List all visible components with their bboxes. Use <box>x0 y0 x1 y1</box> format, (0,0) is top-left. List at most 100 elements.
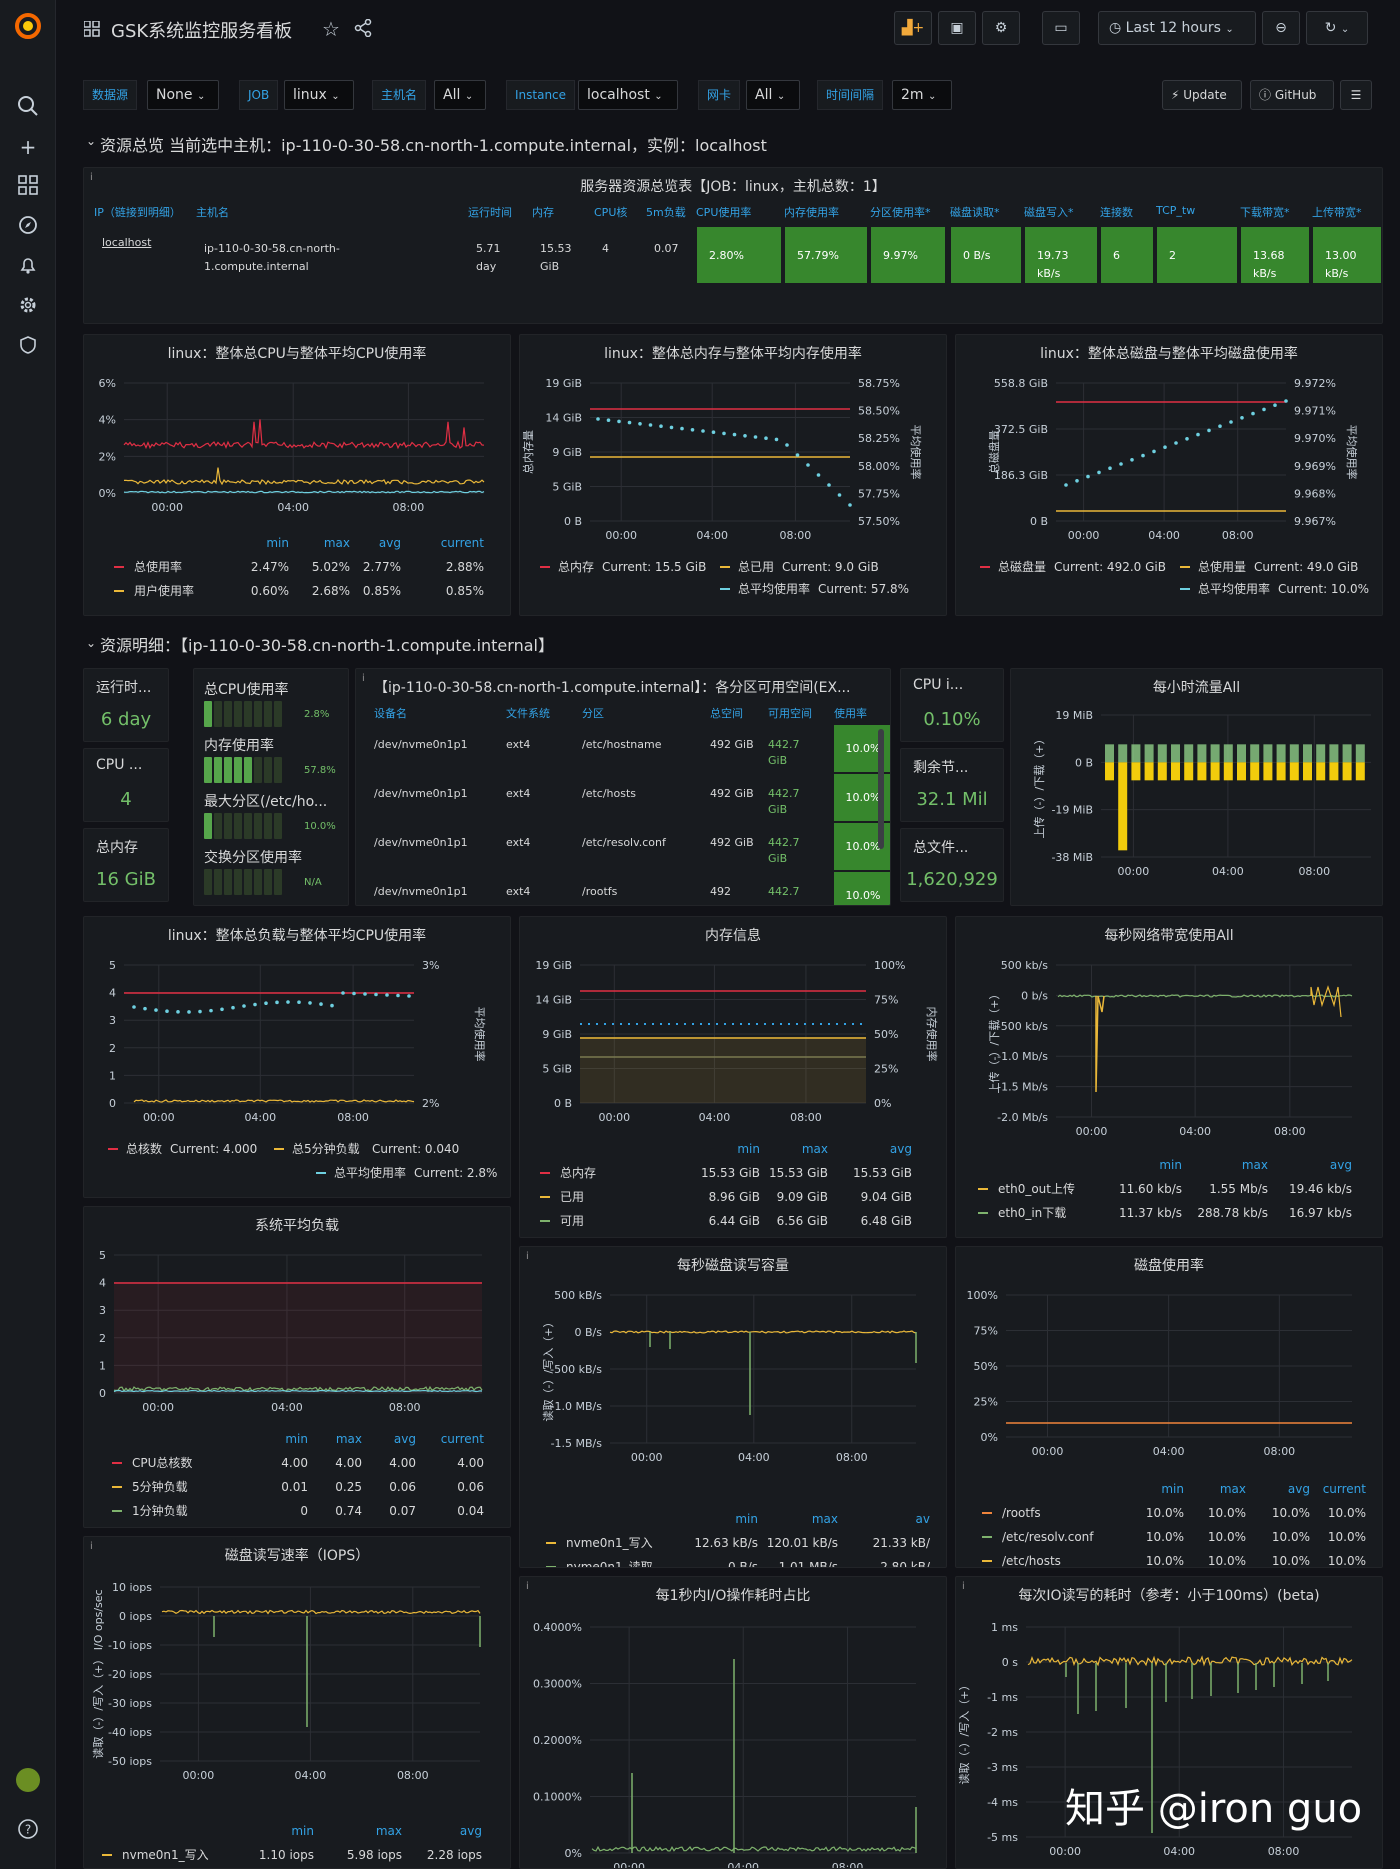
table-header[interactable]: 分区使用率* <box>870 204 946 220</box>
update-button[interactable]: ⚡ Update <box>1162 80 1242 110</box>
legend-header[interactable]: avg <box>890 1142 912 1156</box>
table-header[interactable]: 运行时间 <box>468 204 524 220</box>
scrollbar[interactable] <box>878 729 884 849</box>
legend-header[interactable]: min <box>735 1512 758 1526</box>
menu-button[interactable]: ☰ <box>1340 80 1372 110</box>
variable-select-hostname[interactable]: All ⌄ <box>434 80 486 110</box>
legend-header[interactable]: min <box>1159 1158 1182 1172</box>
dashboard-settings-button[interactable]: ⚙ <box>982 11 1020 45</box>
dashboards-icon[interactable] <box>16 175 40 199</box>
iops-chart[interactable]: 10 iops 0 iops -10 iops -20 iops -30 iops -40… <box>84 1537 511 1869</box>
legend-header[interactable]: current <box>441 1432 485 1446</box>
legend-header[interactable]: av <box>916 1512 930 1526</box>
legend-header[interactable]: avg <box>1330 1158 1352 1172</box>
disk-chart[interactable]: 558.8 GiB 372.5 GiB 186.3 GiB 0 B 9.972% 9.97… <box>956 335 1383 616</box>
zoom-out-button[interactable]: ⊖ <box>1262 11 1300 45</box>
table-header[interactable]: IP（链接到明细） <box>94 204 190 220</box>
table-cell[interactable]: localhost <box>94 226 190 284</box>
github-button[interactable]: ⓘ GitHub <box>1250 80 1334 110</box>
share-icon[interactable] <box>354 18 372 40</box>
memory-chart[interactable]: 19 GiB 14 GiB 9 GiB 5 GiB 0 B 58.75% 58.50% 58.… <box>520 335 947 616</box>
search-icon[interactable] <box>16 95 40 119</box>
table-header[interactable]: 内存 <box>532 204 590 220</box>
sidebar: + ? <box>0 0 56 1869</box>
row-title-overview[interactable]: 资源总览 当前选中主机：ip-110-0-30-58.cn-north-1.co… <box>100 132 767 156</box>
legend-value: 2.77% <box>363 560 401 574</box>
gear-icon[interactable] <box>16 295 40 319</box>
legend-header[interactable]: max <box>802 1142 828 1156</box>
variable-select-instance[interactable]: localhost ⌄ <box>578 80 678 110</box>
tv-mode-button[interactable]: ▭ <box>1042 11 1080 45</box>
time-picker[interactable]: ◷ Last 12 hours ⌄ <box>1098 11 1256 45</box>
legend-header[interactable]: avg <box>394 1432 416 1446</box>
table-header[interactable]: 分区 <box>582 705 604 721</box>
row-collapse-chevron-icon[interactable]: ⌄ <box>86 636 96 650</box>
legend-header[interactable]: current <box>441 536 485 550</box>
table-header[interactable]: 设备名 <box>374 705 407 721</box>
system-load-chart[interactable]: 5 4 3 2 1 0 00:00 04:00 08:00 min max avg current CPU… <box>84 1207 511 1528</box>
legend-header[interactable]: max <box>1220 1482 1246 1496</box>
compass-icon[interactable] <box>16 215 40 239</box>
save-dashboard-button[interactable]: ▣ <box>938 11 976 45</box>
variable-select-job[interactable]: linux ⌄ <box>284 80 354 110</box>
table-header[interactable]: 磁盘写入* <box>1024 204 1098 220</box>
table-header[interactable]: 文件系统 <box>506 705 550 721</box>
help-icon[interactable]: ? <box>16 1818 40 1842</box>
row-title-detail[interactable]: 资源明细：【ip-110-0-30-58.cn-north-1.compute.… <box>100 632 554 656</box>
variable-select-nic[interactable]: All ⌄ <box>746 80 800 110</box>
legend-header[interactable]: avg <box>460 1824 482 1838</box>
table-header[interactable]: 总空间 <box>710 705 743 721</box>
series-point-avg-usage <box>606 418 611 422</box>
row-collapse-chevron-icon[interactable]: ⌄ <box>86 134 96 148</box>
legend-header[interactable]: min <box>285 1432 308 1446</box>
disk-rw-chart[interactable]: 500 kB/s 0 B/s -500 kB/s -1.0 MB/s -1.5 MB/s… <box>520 1247 947 1568</box>
variable-select-interval[interactable]: 2m ⌄ <box>892 80 952 110</box>
legend-header[interactable]: max <box>376 1824 402 1838</box>
load-chart[interactable]: 5432103%2%00:0004:0008:00总负载平均使用率总核数Curr… <box>84 917 511 1198</box>
table-header[interactable]: 下载带宽* <box>1240 204 1310 220</box>
variable-select-datasource[interactable]: None ⌄ <box>147 80 219 110</box>
table-header[interactable]: 5m负载 <box>646 204 696 220</box>
io-time-chart[interactable]: 0.4000% 0.3000% 0.2000% 0.1000% 0% 00:00 04:00… <box>520 1577 947 1869</box>
legend-header[interactable]: max <box>812 1512 838 1526</box>
avatar[interactable] <box>16 1768 40 1792</box>
refresh-button[interactable]: ↻ ⌄ <box>1306 11 1368 45</box>
network-chart[interactable]: 500 kb/s 0 b/s -500 kb/s -1.0 Mb/s -1.5 Mb/s… <box>956 917 1383 1238</box>
star-icon[interactable]: ☆ <box>322 17 340 41</box>
add-panel-button[interactable]: ▟+ <box>894 11 932 45</box>
legend-header[interactable]: min <box>266 536 289 550</box>
table-header[interactable]: 主机名 <box>196 204 416 220</box>
table-header[interactable]: TCP_tw <box>1156 204 1238 217</box>
legend-header[interactable]: min <box>1161 1482 1184 1496</box>
table-header[interactable]: CPU使用率 <box>696 204 782 220</box>
legend-header[interactable]: current <box>1323 1482 1367 1496</box>
table-header[interactable]: 上传带宽* <box>1312 204 1382 220</box>
table-header[interactable]: 连接数 <box>1100 204 1154 220</box>
legend-header[interactable]: max <box>1242 1158 1268 1172</box>
dashboard-title[interactable]: GSK系统监控服务看板 <box>111 17 292 43</box>
cpu-chart[interactable]: 6% 4% 2% 0% 00:00 04:00 08:00 min max avg current 总… <box>84 335 511 616</box>
info-icon[interactable]: i <box>362 673 365 684</box>
hourly-traffic-chart[interactable]: 19 MiB 0 B -19 MiB -38 MiB 00:00 04:00 08:00 上传… <box>1011 669 1383 906</box>
series-point-avg-cpu <box>165 1009 169 1014</box>
legend-header[interactable]: avg <box>1288 1482 1310 1496</box>
table-header[interactable]: 内存使用率 <box>784 204 868 220</box>
table-header[interactable]: 可用空间 <box>768 705 812 721</box>
disk-usage-chart[interactable]: 100% 75% 50% 25% 0% 00:00 04:00 08:00 min max avg c… <box>956 1247 1383 1568</box>
legend-header[interactable]: min <box>291 1824 314 1838</box>
plus-icon[interactable]: + <box>16 135 40 159</box>
table-header[interactable]: 磁盘读取* <box>950 204 1022 220</box>
legend-header[interactable]: max <box>324 536 350 550</box>
legend-header[interactable]: max <box>336 1432 362 1446</box>
grafana-logo[interactable] <box>14 12 42 40</box>
legend-header[interactable]: avg <box>379 536 401 550</box>
bell-icon[interactable] <box>16 255 40 279</box>
shield-icon[interactable] <box>16 335 40 359</box>
legend-header[interactable]: min <box>737 1142 760 1156</box>
table-header[interactable]: 使用率 <box>834 705 867 721</box>
bar-download <box>1157 744 1167 763</box>
series-point-avg-cpu <box>220 1007 224 1012</box>
legend-series-name: 总内存 <box>558 560 594 574</box>
table-header[interactable]: CPU核 <box>594 204 646 220</box>
memory-info-chart[interactable]: 19 GiB 14 GiB 9 GiB 5 GiB 0 B 100% 75% 50% 25% 0%… <box>520 917 947 1238</box>
